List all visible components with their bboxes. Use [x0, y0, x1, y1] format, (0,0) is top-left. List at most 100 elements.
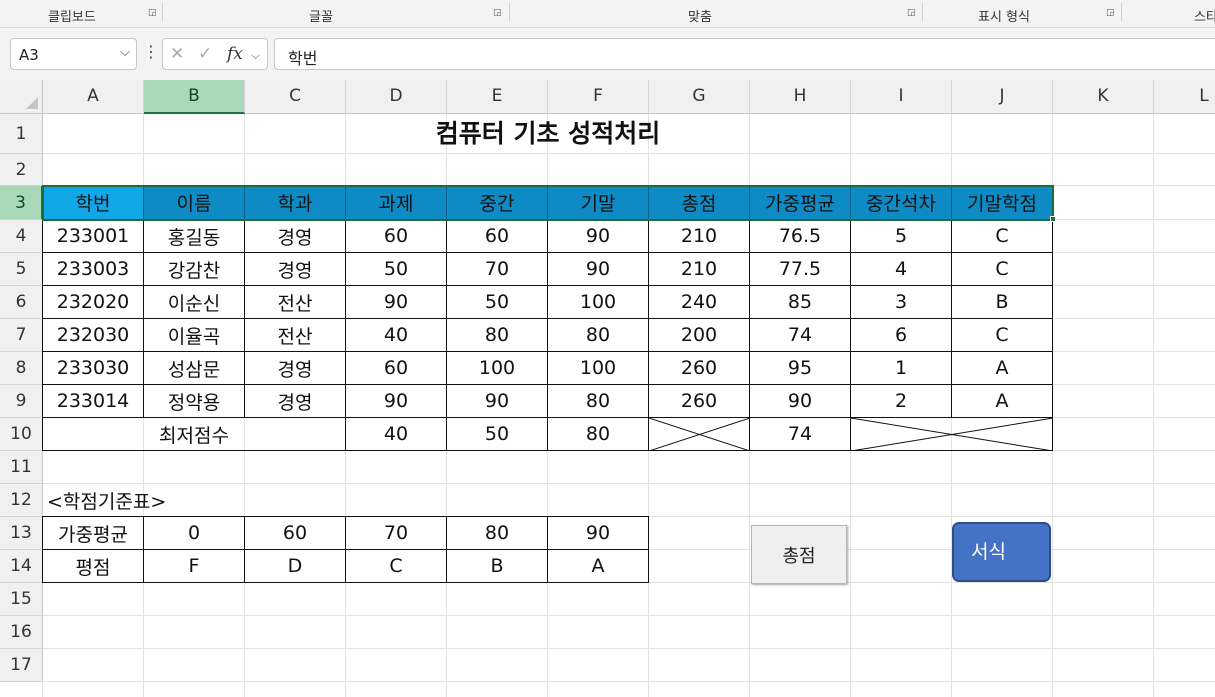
grade-letter-cell[interactable]: B [447, 550, 548, 583]
min-score-label[interactable]: 최저점수 [43, 418, 346, 451]
table-cell[interactable]: 40 [346, 319, 447, 352]
chevron-down-icon[interactable]: ⌵ [120, 45, 130, 60]
table-cell[interactable]: 전산 [245, 286, 346, 319]
table-header-cell[interactable]: 중간 [447, 186, 548, 220]
column-header-h[interactable]: H [750, 80, 851, 114]
table-cell[interactable]: 전산 [245, 319, 346, 352]
min-weighted-cell[interactable]: 74 [750, 418, 851, 451]
row-header-7[interactable]: 7 [0, 319, 43, 352]
table-cell[interactable]: 50 [447, 286, 548, 319]
table-cell[interactable]: 260 [649, 352, 750, 385]
formula-input[interactable]: 학번 [274, 38, 1215, 70]
table-cell[interactable]: 80 [548, 385, 649, 418]
table-cell[interactable]: 홍길동 [144, 220, 245, 253]
grade-threshold-cell[interactable]: 0 [144, 517, 245, 550]
table-cell[interactable]: 경영 [245, 385, 346, 418]
grade-threshold-cell[interactable]: 70 [346, 517, 447, 550]
table-cell[interactable]: 200 [649, 319, 750, 352]
column-header-d[interactable]: D [346, 80, 447, 114]
column-header-g[interactable]: G [649, 80, 750, 114]
table-cell[interactable]: 77.5 [750, 253, 851, 286]
table-header-cell[interactable]: 학번 [43, 186, 144, 220]
row-header-2[interactable]: 2 [0, 154, 43, 186]
table-cell[interactable]: 90 [548, 220, 649, 253]
table-cell[interactable]: 성삼문 [144, 352, 245, 385]
grade-letter-cell[interactable]: F [144, 550, 245, 583]
column-header-c[interactable]: C [245, 80, 346, 114]
min-score-cell[interactable]: 80 [548, 418, 649, 451]
row-header-10[interactable]: 10 [0, 418, 43, 451]
row-header-5[interactable]: 5 [0, 253, 43, 286]
fill-handle[interactable] [1050, 216, 1056, 222]
column-header-f[interactable]: F [548, 80, 649, 114]
table-cell[interactable]: 74 [750, 319, 851, 352]
table-cell[interactable]: 경영 [245, 220, 346, 253]
crossed-cell[interactable] [649, 418, 750, 451]
row-header-8[interactable]: 8 [0, 352, 43, 385]
table-header-cell[interactable]: 가중평균 [750, 186, 851, 220]
cancel-x-icon[interactable]: ✕ [170, 44, 184, 64]
row-header-11[interactable]: 11 [0, 451, 43, 484]
table-cell[interactable]: 이율곡 [144, 319, 245, 352]
table-cell[interactable]: 강감찬 [144, 253, 245, 286]
table-cell[interactable]: 210 [649, 253, 750, 286]
column-header-b[interactable]: B [144, 80, 245, 114]
row-header-15[interactable]: 15 [0, 583, 43, 616]
grade-threshold-cell[interactable]: 60 [245, 517, 346, 550]
min-score-cell[interactable]: 40 [346, 418, 447, 451]
grade-letter-cell[interactable]: D [245, 550, 346, 583]
row-header-17[interactable]: 17 [0, 649, 43, 682]
table-cell[interactable]: 240 [649, 286, 750, 319]
table-cell[interactable]: 232030 [43, 319, 144, 352]
table-header-cell[interactable]: 중간석차 [851, 186, 952, 220]
table-cell[interactable]: 90 [750, 385, 851, 418]
table-cell[interactable]: 정약용 [144, 385, 245, 418]
row-header-14[interactable]: 14 [0, 550, 43, 583]
grade-row-label[interactable]: 가중평균 [43, 517, 144, 550]
table-header-cell[interactable]: 이름 [144, 186, 245, 220]
select-all-corner[interactable] [0, 80, 43, 114]
format-button[interactable]: 서식 [952, 522, 1051, 582]
column-header-k[interactable]: K [1053, 80, 1154, 114]
table-cell[interactable]: 90 [447, 385, 548, 418]
name-box[interactable]: A3 ⌵ [10, 38, 137, 70]
table-cell[interactable]: 85 [750, 286, 851, 319]
table-cell[interactable]: 233001 [43, 220, 144, 253]
min-score-cell[interactable]: 50 [447, 418, 548, 451]
table-cell[interactable]: 1 [851, 352, 952, 385]
row-header-6[interactable]: 6 [0, 286, 43, 319]
dialog-launcher-icon[interactable]: ◲ [907, 8, 917, 18]
crossed-cell-merged[interactable] [851, 418, 1053, 451]
table-cell[interactable]: 100 [447, 352, 548, 385]
grade-letter-cell[interactable]: A [548, 550, 649, 583]
table-cell[interactable]: C [952, 220, 1053, 253]
table-cell[interactable]: 6 [851, 319, 952, 352]
row-header-13[interactable]: 13 [0, 517, 43, 550]
table-cell[interactable]: 90 [548, 253, 649, 286]
table-cell[interactable]: 2 [851, 385, 952, 418]
grade-letter-cell[interactable]: C [346, 550, 447, 583]
row-header-4[interactable]: 4 [0, 220, 43, 253]
table-cell[interactable]: 경영 [245, 352, 346, 385]
row-header-9[interactable]: 9 [0, 385, 43, 418]
table-cell[interactable]: 260 [649, 385, 750, 418]
more-options-icon[interactable]: ⋮ [143, 44, 159, 60]
grade-row-label[interactable]: 평점 [43, 550, 144, 583]
row-header-12[interactable]: 12 [0, 484, 43, 517]
table-cell[interactable]: 3 [851, 286, 952, 319]
table-cell[interactable]: 이순신 [144, 286, 245, 319]
table-cell[interactable]: A [952, 385, 1053, 418]
table-header-cell[interactable]: 학과 [245, 186, 346, 220]
table-cell[interactable]: 100 [548, 352, 649, 385]
table-cell[interactable]: 80 [447, 319, 548, 352]
column-header-e[interactable]: E [447, 80, 548, 114]
table-cell[interactable]: 5 [851, 220, 952, 253]
table-cell[interactable]: C [952, 253, 1053, 286]
column-header-l[interactable]: L [1154, 80, 1215, 114]
row-header-16[interactable]: 16 [0, 616, 43, 649]
table-cell[interactable]: B [952, 286, 1053, 319]
table-cell[interactable]: 76.5 [750, 220, 851, 253]
row-header-1[interactable]: 1 [0, 114, 43, 154]
table-cell[interactable]: 232020 [43, 286, 144, 319]
table-header-cell[interactable]: 총점 [649, 186, 750, 220]
